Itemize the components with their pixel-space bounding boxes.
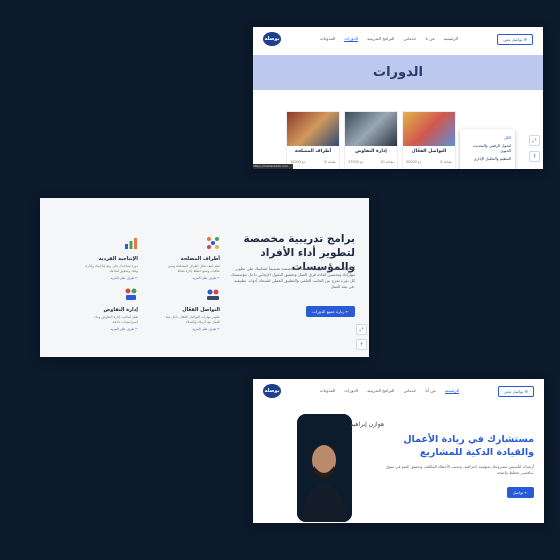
nav-item[interactable]: البرامج التدريبية <box>367 36 394 42</box>
nav-item[interactable]: المدونات <box>320 36 335 42</box>
programs-section-screenshot: برامج تدريبية مخصصة لتطوير أداء الأفراد … <box>40 198 369 357</box>
dropdown-option[interactable]: التنظيم والتحليل الإداري <box>464 156 511 161</box>
expand-icon[interactable]: ⤢ <box>356 324 367 335</box>
feature-title: أطراف المصلحة <box>180 256 220 262</box>
feature-desc: تطوير مهارات التواصل الفعّال داخل بيئة ا… <box>165 315 220 324</box>
profile-photo <box>297 414 352 522</box>
top-nav: بوصلة الرئيسية من نا خدماتي البرامج التد… <box>253 27 543 51</box>
person-name: هوازن إبراهيم <box>349 421 384 428</box>
dropdown-option[interactable]: لتحول الرقمي والتحديث الحيوي <box>464 143 511 153</box>
nav-menu: الرئيسية من أنا خدماتي البرامج التدريبية… <box>320 388 460 394</box>
nav-item-active[interactable]: الدورات <box>344 36 359 42</box>
courses-banner: الدورات <box>253 55 543 90</box>
network-icon <box>207 237 219 249</box>
feature-link[interactable]: تعرف على المزيد ← <box>78 276 138 280</box>
course-seats: 8 مقاعد <box>440 160 452 164</box>
status-url: https://madaredah.com <box>253 164 293 169</box>
feature-card: التواصل الفعّال تطوير مهارات التواصل الف… <box>160 286 220 331</box>
logo[interactable]: بوصلة <box>263 384 281 398</box>
feature-link[interactable]: تعرف على المزيد ← <box>160 327 220 331</box>
programs-paragraph: أقدّم لك باقة من الدورات العملية المتخصص… <box>230 266 355 289</box>
nav-item[interactable]: من نا <box>425 36 434 42</box>
dropdown-option[interactable]: الكل <box>464 135 511 140</box>
feature-link[interactable]: تعرف على المزيد ← <box>78 327 138 331</box>
nav-item[interactable]: البرامج التدريبية <box>367 388 394 394</box>
contact-cta-button[interactable]: تواصل ← <box>506 487 534 498</box>
person-icon <box>297 414 352 522</box>
courses-page-screenshot: بوصلة الرئيسية من نا خدماتي البرامج التد… <box>253 27 543 169</box>
course-seats: 6 مقاعد <box>324 160 336 164</box>
nav-item[interactable]: المدونات <box>320 388 335 394</box>
negotiation-icon <box>125 288 137 300</box>
hero-title: مستشارك في ريادة الأعمال والقيادة الذكية… <box>403 434 534 458</box>
filter-dropdown[interactable]: الكل لتحول الرقمي والتحديث الحيوي التنظي… <box>460 129 515 169</box>
communication-icon <box>207 289 219 300</box>
course-card[interactable]: أطراف المصلحة 10000 دع 6 مقاعد <box>286 111 340 169</box>
course-price: 50000 دع <box>406 160 422 164</box>
nav-menu: الرئيسية من نا خدماتي البرامج التدريبية … <box>320 36 458 42</box>
nav-item[interactable]: خدماتي <box>403 36 416 42</box>
course-price: 37500 دع <box>348 160 364 164</box>
feature-link[interactable]: تعرف على المزيد ← <box>160 276 220 280</box>
contact-button[interactable]: تواصل معي ✉ <box>496 33 533 45</box>
feature-desc: تعلم أساليب إدارة التفاوض وبناء استراتيج… <box>94 315 138 324</box>
hero-paragraph: أرشدك لتأسيس مشروعك بمنهجية احترافية، وت… <box>385 464 534 475</box>
nav-item-active[interactable]: الرئيسية <box>444 388 460 394</box>
course-image <box>345 112 397 146</box>
course-image <box>403 112 455 146</box>
course-image <box>287 112 339 146</box>
growth-chart-icon <box>125 238 137 249</box>
logo[interactable]: بوصلة <box>263 32 281 46</box>
feature-desc: تعلم كيف تحلل أطراف المصلحة وتبني علاقات… <box>167 264 220 273</box>
banner-title: الدورات <box>373 65 423 80</box>
all-courses-button[interactable]: زيارة جميع الدورات ← <box>306 306 355 317</box>
page: { "nav": { "logo": "بوصلة", "items1": ["… <box>0 0 560 560</box>
feature-title: إدارة التفاوض <box>103 307 138 313</box>
course-card[interactable]: إدارة التفاوض 37500 دع 10 مقاعد <box>344 111 398 169</box>
scroll-up-icon[interactable]: ↑ <box>356 339 367 350</box>
scroll-up-icon[interactable]: ↑ <box>529 151 540 162</box>
feature-card: أطراف المصلحة تعلم كيف تحلل أطراف المصلح… <box>160 235 220 280</box>
course-seats: 10 مقاعد <box>380 160 394 164</box>
contact-button[interactable]: تواصل معي ✉ <box>497 385 534 397</box>
nav-item[interactable]: الرئيسية <box>444 36 458 42</box>
feature-title: الإنتاجية الفردية <box>98 256 138 262</box>
nav-item[interactable]: من أنا <box>425 388 435 394</box>
nav-item[interactable]: خدماتي <box>403 388 416 394</box>
expand-icon[interactable]: ⤢ <box>529 135 540 146</box>
course-card[interactable]: التواصل الفعّال 50000 دع 8 مقاعد <box>402 111 456 169</box>
top-nav: بوصلة الرئيسية من أنا خدماتي البرامج الت… <box>253 379 544 403</box>
feature-card: الإنتاجية الفردية دورة تساعدك على رفع إن… <box>78 235 138 280</box>
hero-section-screenshot: بوصلة الرئيسية من أنا خدماتي البرامج الت… <box>253 379 544 523</box>
feature-desc: دورة تساعدك على رفع إنتاجيتك وإدارة وقتك… <box>85 264 138 273</box>
feature-title: التواصل الفعّال <box>182 307 220 313</box>
feature-card: إدارة التفاوض تعلم أساليب إدارة التفاوض … <box>78 286 138 331</box>
nav-item[interactable]: الدورات <box>344 388 358 394</box>
